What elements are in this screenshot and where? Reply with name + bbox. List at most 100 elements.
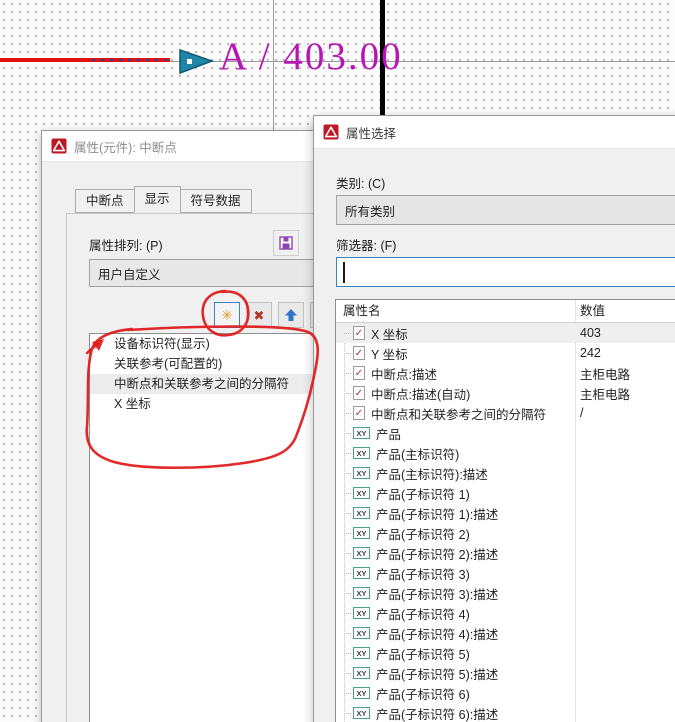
property-selection-dialog: 属性选择 类别: (C) 所有类别 筛选器: (F) 属性名 数值 X 坐标 4…	[313, 115, 675, 722]
red-x-icon: ✖	[254, 309, 265, 322]
property-name: 产品(子标识符 5):描述	[376, 664, 498, 683]
property-type-icon[interactable]	[353, 507, 370, 519]
table-row[interactable]: 产品(子标识符 6):描述	[336, 703, 675, 722]
filter-input[interactable]	[336, 257, 675, 287]
tree-stub	[344, 433, 351, 434]
property-type-icon[interactable]	[353, 567, 370, 579]
property-value: 主柜电路	[580, 384, 630, 403]
table-row[interactable]: 产品(子标识符 3)	[336, 563, 675, 583]
tree-stub	[344, 453, 351, 454]
breakpoint-arrow-icon	[178, 48, 216, 76]
property-name: 中断点:描述	[371, 364, 437, 383]
property-type-icon[interactable]	[353, 487, 370, 499]
list-item[interactable]: X 坐标	[90, 394, 340, 414]
property-name: 中断点:描述(自动)	[371, 384, 470, 403]
tree-stub	[344, 633, 351, 634]
category-label: 类别: (C)	[336, 173, 385, 192]
property-type-icon[interactable]	[353, 467, 370, 479]
category-combobox[interactable]: 所有类别	[336, 195, 675, 225]
new-property-button[interactable]: ✳	[214, 302, 240, 328]
property-type-icon[interactable]	[353, 406, 365, 420]
property-type-icon[interactable]	[353, 687, 370, 699]
tree-stub	[344, 553, 351, 554]
list-item-label: 中断点和关联参考之间的分隔符	[114, 377, 289, 391]
table-row[interactable]: 产品(主标识符)	[336, 443, 675, 463]
table-row[interactable]: 中断点:描述(自动) 主柜电路	[336, 383, 675, 403]
table-row[interactable]: 产品(子标识符 2)	[336, 523, 675, 543]
table-row[interactable]: 产品	[336, 423, 675, 443]
blue-arrow-up-icon	[283, 307, 299, 323]
property-type-icon[interactable]	[353, 707, 370, 719]
column-header-value: 数值	[580, 300, 605, 322]
property-name: 产品(子标识符 1)	[376, 484, 470, 503]
tree-stub	[344, 353, 351, 354]
tree-stub	[344, 713, 351, 714]
table-row[interactable]: 产品(子标识符 4)	[336, 603, 675, 623]
tree-stub	[344, 573, 351, 574]
tab-symbol-data[interactable]: 符号数据	[180, 189, 252, 213]
save-arrangement-button[interactable]	[273, 230, 299, 256]
tree-stub	[344, 493, 351, 494]
eplan-logo-icon	[51, 138, 67, 154]
tree-stub	[344, 513, 351, 514]
table-row[interactable]: 产品(子标识符 4):描述	[336, 623, 675, 643]
property-type-icon[interactable]	[353, 607, 370, 619]
table-row[interactable]: 中断点和关联参考之间的分隔符 /	[336, 403, 675, 423]
table-row[interactable]: 产品(子标识符 2):描述	[336, 543, 675, 563]
list-item[interactable]: 关联参考(可配置的)	[90, 354, 340, 374]
tab-breakpoint[interactable]: 中断点	[75, 189, 135, 213]
delete-property-button[interactable]: ✖	[246, 302, 272, 328]
table-row[interactable]: Y 坐标 242	[336, 343, 675, 363]
arrangement-value: 用户自定义	[98, 264, 161, 283]
property-type-icon[interactable]	[353, 587, 370, 599]
property-name: 产品(子标识符 6)	[376, 684, 470, 703]
property-type-icon[interactable]	[353, 346, 365, 360]
breakpoint-reference-label: A / 403.00	[219, 34, 403, 79]
table-row[interactable]: 产品(子标识符 1):描述	[336, 503, 675, 523]
table-row[interactable]: 产品(子标识符 1)	[336, 483, 675, 503]
arranged-properties-list[interactable]: 设备标识符(显示) 关联参考(可配置的) 中断点和关联参考之间的分隔符 X 坐标	[89, 333, 341, 722]
column-header-name: 属性名	[343, 300, 381, 322]
property-type-icon[interactable]	[353, 667, 370, 679]
table-row[interactable]: 产品(子标识符 6)	[336, 683, 675, 703]
tree-stub	[344, 673, 351, 674]
dialog-tabs: 中断点 显示 符号数据	[75, 186, 251, 213]
property-type-icon[interactable]	[353, 647, 370, 659]
asterisk-star-icon: ✳	[221, 308, 233, 322]
properties-dialog-titlebar[interactable]: 属性(元件): 中断点	[42, 131, 340, 162]
table-row[interactable]: 产品(子标识符 5)	[336, 643, 675, 663]
property-value: 主柜电路	[580, 364, 630, 383]
table-row[interactable]: X 坐标 403	[336, 323, 675, 343]
table-row[interactable]: 产品(主标识符):描述	[336, 463, 675, 483]
table-header: 属性名 数值	[336, 300, 675, 323]
property-type-icon[interactable]	[353, 326, 365, 340]
table-row[interactable]: 产品(子标识符 5):描述	[336, 663, 675, 683]
property-type-icon[interactable]	[353, 527, 370, 539]
property-type-icon[interactable]	[353, 366, 365, 380]
tab-display[interactable]: 显示	[134, 186, 181, 213]
property-name: 产品(子标识符 6):描述	[376, 704, 498, 722]
list-item[interactable]: 设备标识符(显示)	[90, 334, 340, 354]
property-value: /	[580, 406, 583, 420]
property-name: 产品(子标识符 3)	[376, 564, 470, 583]
tree-stub	[344, 593, 351, 594]
property-type-icon[interactable]	[353, 447, 370, 459]
table-row[interactable]: 产品(子标识符 3):描述	[336, 583, 675, 603]
property-type-icon[interactable]	[353, 427, 370, 439]
property-name: 产品(子标识符 1):描述	[376, 504, 498, 523]
arrangement-combobox[interactable]: 用户自定义	[89, 259, 341, 287]
list-item[interactable]: 中断点和关联参考之间的分隔符	[90, 374, 340, 394]
tree-stub	[344, 413, 351, 414]
property-name: X 坐标	[371, 324, 408, 343]
tree-stub	[344, 393, 351, 394]
property-selection-titlebar[interactable]: 属性选择	[314, 116, 675, 149]
table-row[interactable]: 中断点:描述 主柜电路	[336, 363, 675, 383]
property-type-icon[interactable]	[353, 547, 370, 559]
property-table[interactable]: 属性名 数值 X 坐标 403 Y 坐标 242 中断点:描述	[335, 299, 675, 722]
floppy-disk-icon	[278, 235, 294, 251]
move-up-button[interactable]	[278, 302, 304, 328]
properties-dialog-title: 属性(元件): 中断点	[74, 137, 177, 156]
tree-stub	[344, 533, 351, 534]
property-type-icon[interactable]	[353, 386, 365, 400]
property-type-icon[interactable]	[353, 627, 370, 639]
